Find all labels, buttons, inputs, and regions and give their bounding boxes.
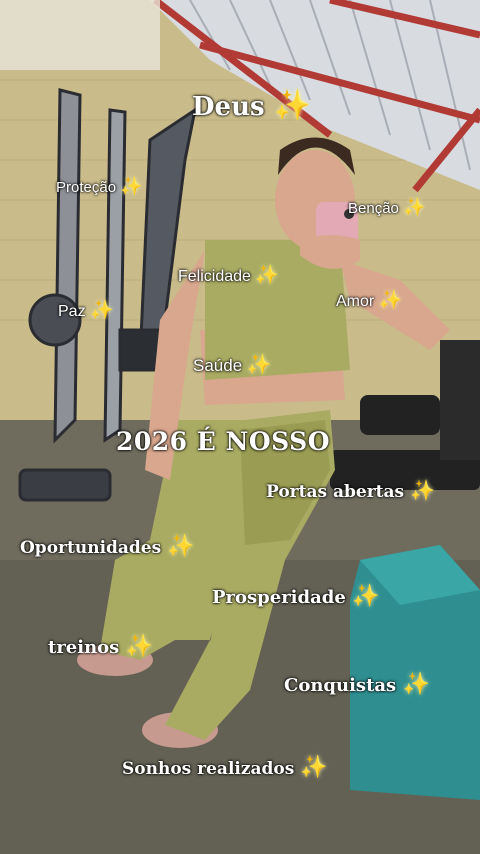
sparkle-icon: ✨ bbox=[410, 478, 435, 502]
text-amor: Amor ✨ bbox=[336, 288, 402, 311]
label-prosperidade: Prosperidade bbox=[212, 587, 346, 608]
text-treinos: treinos ✨ bbox=[48, 634, 153, 659]
text-prosperidade: Prosperidade ✨ bbox=[212, 584, 380, 609]
label-saude: Saúde bbox=[193, 356, 243, 375]
sparkle-icon: ✨ bbox=[352, 584, 380, 609]
text-bencao: Benção ✨ bbox=[348, 197, 425, 218]
sparkle-icon: ✨ bbox=[90, 299, 114, 321]
label-portas-abertas: Portas abertas bbox=[266, 482, 405, 502]
label-treinos: treinos bbox=[48, 637, 120, 658]
sparkle-icon: ✨ bbox=[120, 176, 143, 197]
sparkle-icon: ✨ bbox=[300, 755, 328, 780]
text-protecao: Proteção ✨ bbox=[56, 176, 143, 197]
sparkle-icon: ✨ bbox=[246, 352, 272, 376]
text-felicidade: Felicidade ✨ bbox=[178, 263, 279, 286]
text-conquistas: Conquistas ✨ bbox=[284, 672, 430, 697]
label-conquistas: Conquistas bbox=[284, 675, 397, 696]
text-portas-abertas: Portas abertas ✨ bbox=[266, 478, 435, 502]
text-sonhos-realizados: Sonhos realizados ✨ bbox=[122, 755, 328, 780]
sparkle-icon: ✨ bbox=[378, 289, 403, 311]
window-light bbox=[0, 0, 160, 70]
headline-2026: 2026 É NOSSO bbox=[116, 427, 330, 456]
text-paz: Paz ✨ bbox=[58, 298, 114, 321]
label-deus: Deus bbox=[192, 92, 265, 122]
label-bencao: Benção bbox=[348, 200, 399, 217]
weight-rack bbox=[440, 340, 480, 460]
sparkle-icon: ✨ bbox=[402, 672, 430, 697]
sparkle-icon: ✨ bbox=[273, 88, 312, 123]
label-amor: Amor bbox=[336, 293, 375, 310]
sparkle-icon: ✨ bbox=[403, 197, 426, 218]
text-oportunidades: Oportunidades ✨ bbox=[20, 534, 195, 559]
label-paz: Paz bbox=[58, 303, 86, 320]
sparkle-icon: ✨ bbox=[167, 534, 195, 559]
sparkle-icon: ✨ bbox=[255, 264, 280, 286]
label-protecao: Proteção bbox=[56, 179, 117, 196]
text-saude: Saúde ✨ bbox=[193, 352, 272, 376]
sparkle-icon: ✨ bbox=[125, 634, 154, 659]
label-felicidade: Felicidade bbox=[178, 268, 251, 285]
label-oportunidades: Oportunidades bbox=[20, 538, 162, 558]
text-deus: Deus ✨ bbox=[192, 88, 311, 123]
label-sonhos-realizados: Sonhos realizados bbox=[122, 759, 295, 779]
label-headline: 2026 É NOSSO bbox=[116, 427, 331, 456]
